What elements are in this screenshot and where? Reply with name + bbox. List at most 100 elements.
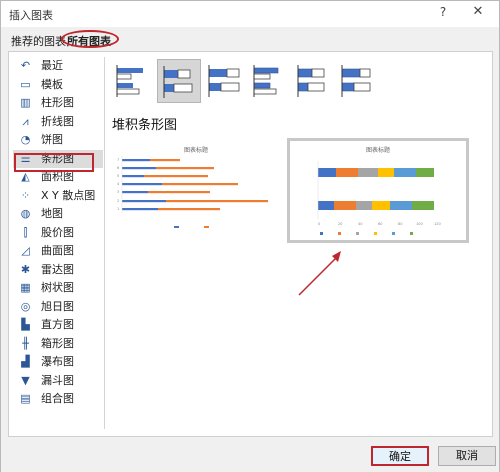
subtype-title: 堆积条形图 bbox=[112, 118, 178, 133]
pie-chart-icon: ◔ bbox=[20, 133, 31, 146]
template-icon: ▭ bbox=[20, 77, 31, 91]
sidebar-item-combo-chart[interactable]: ▤ 组合图 bbox=[13, 390, 103, 409]
svg-text:40: 40 bbox=[358, 222, 362, 226]
preview2-bar-bottom bbox=[318, 201, 434, 210]
sidebar-item-surface-chart[interactable]: ◿ 曲面图 bbox=[13, 242, 103, 261]
sidebar-item-radar-chart[interactable]: ✱ 雷达图 bbox=[13, 261, 103, 280]
sidebar-item-label: 柱形图 bbox=[41, 96, 74, 109]
svg-text:0: 0 bbox=[318, 222, 320, 226]
combo-chart-icon: ▤ bbox=[20, 392, 31, 405]
percent-stacked-bar-icon bbox=[208, 65, 240, 97]
tab-all-charts[interactable]: 所有图表 bbox=[67, 33, 111, 49]
sidebar-item-pie-chart[interactable]: ◔ 饼图 bbox=[13, 131, 103, 150]
sidebar-item-label: X Y 散点图 bbox=[41, 188, 96, 202]
sidebar-item-template[interactable]: ▭ 模板 bbox=[13, 76, 103, 95]
treemap-chart-icon: ▦ bbox=[20, 281, 31, 294]
svg-text:7: 7 bbox=[117, 158, 119, 162]
svg-text:1: 1 bbox=[117, 207, 119, 211]
sidebar-item-sunburst-chart[interactable]: ◎ 旭日图 bbox=[13, 298, 103, 317]
svg-text:20: 20 bbox=[338, 222, 342, 226]
sidebar-item-map-chart[interactable]: ◍ 地图 bbox=[13, 205, 103, 224]
sidebar-item-label: 雷达图 bbox=[41, 262, 74, 276]
tab-recommended-charts[interactable]: 推荐的图表 bbox=[11, 33, 66, 49]
sidebar-item-label: 条形图 bbox=[41, 151, 74, 165]
sidebar-item-histogram-chart[interactable]: ▙ 直方图 bbox=[13, 316, 103, 335]
preview1-bars bbox=[122, 159, 268, 211]
stock-chart-icon: ⫿ bbox=[23, 225, 28, 239]
sidebar-item-label: 模板 bbox=[41, 77, 63, 91]
sidebar-item-area-chart[interactable]: ◭ 面积图 bbox=[13, 168, 103, 187]
funnel-chart-icon: ▼ bbox=[21, 373, 30, 387]
svg-text:2: 2 bbox=[117, 199, 119, 203]
preview2-bar-top bbox=[318, 168, 434, 177]
dialog-title: 插入图表 bbox=[9, 9, 53, 22]
help-icon[interactable]: ? bbox=[435, 5, 451, 21]
recent-icon: ↶ bbox=[20, 59, 31, 72]
subtype-3d-clustered-bar[interactable] bbox=[247, 59, 291, 103]
3d-stacked-bar-icon bbox=[297, 65, 325, 97]
sidebar-item-treemap-chart[interactable]: ▦ 树状图 bbox=[13, 279, 103, 298]
column-chart-icon: ▥ bbox=[20, 96, 31, 109]
sidebar-item-label: 股价图 bbox=[41, 225, 74, 239]
3d-percent-stacked-bar-icon bbox=[341, 65, 371, 97]
sidebar-item-scatter-chart[interactable]: ⁘ X Y 散点图 bbox=[13, 187, 103, 206]
3d-clustered-bar-icon bbox=[253, 65, 279, 97]
sidebar-item-label: 面积图 bbox=[41, 170, 74, 183]
subtype-stacked-bar[interactable] bbox=[157, 59, 201, 103]
surface-chart-icon: ◿ bbox=[21, 244, 30, 257]
bar-chart-icon: ☰ bbox=[20, 151, 31, 165]
sunburst-chart-icon: ◎ bbox=[20, 299, 31, 313]
sidebar-item-label: 组合图 bbox=[41, 392, 74, 405]
chart-subtype-row bbox=[111, 59, 491, 105]
svg-text:60: 60 bbox=[378, 222, 382, 226]
sidebar-item-label: 最近 bbox=[41, 59, 63, 72]
sidebar-item-waterfall-chart[interactable]: ▟ 瀑布图 bbox=[13, 353, 103, 372]
subtype-3d-percent-stacked-bar[interactable] bbox=[335, 59, 379, 103]
sidebar-item-label: 直方图 bbox=[41, 318, 74, 331]
sidebar-item-label: 折线图 bbox=[41, 114, 74, 128]
dialog-footer: 确定 取消 bbox=[1, 439, 499, 472]
preview-bars-1: 7 6 5 4 3 2 1 bbox=[117, 156, 268, 228]
sidebar-item-funnel-chart[interactable]: ▼ 漏斗图 bbox=[13, 372, 103, 391]
sidebar-item-stock-chart[interactable]: ⫿ 股价图 bbox=[13, 224, 103, 243]
stacked-bar-icon bbox=[163, 66, 193, 98]
svg-text:4: 4 bbox=[117, 182, 120, 186]
svg-text:3: 3 bbox=[117, 190, 119, 194]
sidebar-item-label: 旭日图 bbox=[41, 299, 74, 313]
svg-text:120: 120 bbox=[434, 222, 441, 226]
sidebar-item-label: 箱形图 bbox=[41, 336, 74, 350]
cancel-button[interactable]: 取消 bbox=[438, 446, 496, 466]
preview-bars-2: 0 20 40 60 80 100 120 bbox=[317, 161, 441, 235]
subtype-clustered-bar[interactable] bbox=[111, 59, 155, 103]
subtype-3d-stacked-bar[interactable] bbox=[291, 59, 335, 103]
ok-button[interactable]: 确定 bbox=[371, 446, 429, 466]
line-chart-icon: ⩘ bbox=[22, 114, 29, 128]
insert-chart-dialog: 插入图表 ? ✕ 推荐的图表 所有图表 ↶ 最近 ▭ 模板 ▥ 柱形图 ⩘ 折线图 ◔ 饼图 ☰ 条形… bbox=[0, 0, 500, 472]
preview-by-row[interactable]: 图表标题 765 4321 bbox=[112, 138, 280, 240]
sidebar-item-label: 曲面图 bbox=[41, 244, 74, 257]
svg-text:80: 80 bbox=[398, 222, 402, 226]
map-chart-icon: ◍ bbox=[20, 207, 31, 220]
preview-by-column[interactable]: 图表标题 0 20 40 60 80 100 120 bbox=[287, 138, 469, 243]
sidebar-item-box-whisker-chart[interactable]: ╫ 箱形图 bbox=[13, 335, 103, 354]
close-icon[interactable]: ✕ bbox=[469, 4, 487, 22]
subtype-percent-stacked-bar[interactable] bbox=[203, 59, 247, 103]
tab-strip: 推荐的图表 所有图表 bbox=[1, 29, 499, 51]
histogram-chart-icon: ▙ bbox=[21, 318, 30, 331]
sidebar-item-label: 地图 bbox=[41, 207, 63, 220]
clustered-bar-icon bbox=[116, 65, 143, 97]
sidebar-item-label: 树状图 bbox=[41, 281, 74, 294]
waterfall-chart-icon: ▟ bbox=[21, 355, 30, 368]
sidebar-item-label: 漏斗图 bbox=[41, 373, 74, 387]
box-whisker-chart-icon: ╫ bbox=[22, 336, 29, 350]
sidebar-item-recent[interactable]: ↶ 最近 bbox=[13, 57, 103, 76]
title-bar: 插入图表 ? ✕ bbox=[1, 1, 499, 27]
preview2-legend bbox=[320, 232, 413, 235]
sidebar-item-label: 瀑布图 bbox=[41, 355, 74, 368]
scatter-chart-icon: ⁘ bbox=[20, 188, 31, 202]
sidebar-item-bar-chart[interactable]: ☰ 条形图 bbox=[13, 149, 103, 168]
sidebar-item-column-chart[interactable]: ▥ 柱形图 bbox=[13, 94, 103, 113]
svg-text:6: 6 bbox=[117, 166, 119, 170]
sidebar-item-line-chart[interactable]: ⩘ 折线图 bbox=[13, 113, 103, 132]
chart-type-list: ↶ 最近 ▭ 模板 ▥ 柱形图 ⩘ 折线图 ◔ 饼图 ☰ 条形图 ◭ 面积图 ⁘ X Y 散点图 ◍ 地图 ⫿ 股价图… bbox=[13, 57, 103, 409]
